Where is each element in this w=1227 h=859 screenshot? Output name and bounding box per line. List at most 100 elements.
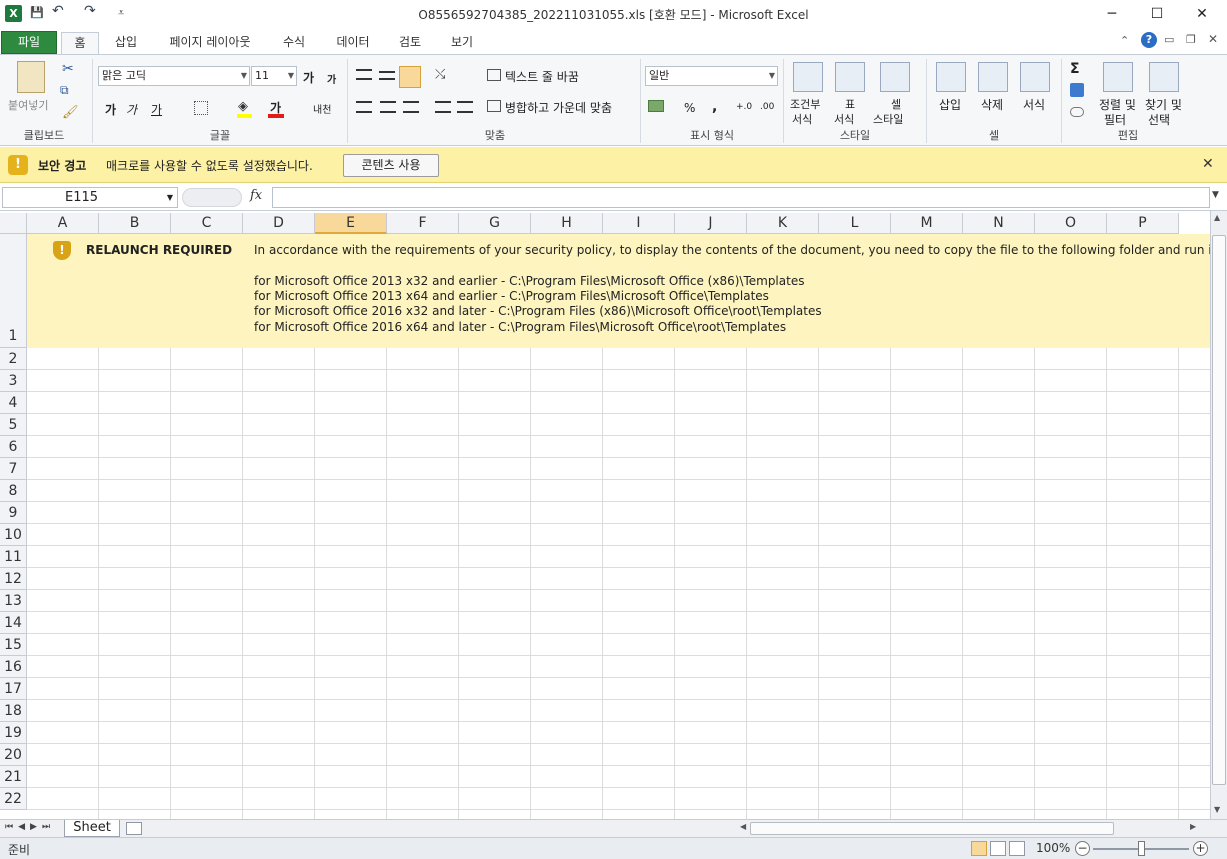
row-header[interactable]: 11 <box>0 546 27 568</box>
tab-formulas[interactable]: 수식 <box>273 32 315 55</box>
row-header[interactable]: 5 <box>0 414 27 436</box>
find-select-button[interactable]: 선택 <box>1148 111 1170 128</box>
delete-cells-icon[interactable] <box>978 62 1008 92</box>
wrap-text-button[interactable]: 텍스트 줄 바꿈 <box>505 68 579 85</box>
column-header[interactable]: M <box>891 213 963 234</box>
scroll-right-icon[interactable]: ▶ <box>1190 822 1196 831</box>
row-header[interactable]: 15 <box>0 634 27 656</box>
insert-function-icon[interactable]: fx <box>250 188 262 203</box>
autosum-button[interactable]: Σ <box>1070 61 1080 77</box>
clear-icon[interactable] <box>1070 107 1084 117</box>
asian-layout-button[interactable]: 내천 <box>313 101 331 116</box>
tab-file[interactable]: 파일 <box>1 31 57 54</box>
column-header[interactable]: A <box>27 213 99 234</box>
page-layout-view-icon[interactable] <box>990 841 1006 856</box>
italic-button[interactable]: 가 <box>126 101 137 118</box>
column-header[interactable]: K <box>747 213 819 234</box>
row-header[interactable]: 4 <box>0 392 27 414</box>
align-right-icon[interactable] <box>403 101 419 113</box>
tab-insert[interactable]: 삽입 <box>105 32 147 55</box>
row-header[interactable]: 7 <box>0 458 27 480</box>
close-button[interactable]: ✕ <box>1185 3 1219 25</box>
column-header[interactable]: O <box>1035 213 1107 234</box>
page-break-view-icon[interactable] <box>1009 841 1025 856</box>
format-as-table-button[interactable]: 서식 <box>834 111 854 127</box>
row-header[interactable]: 12 <box>0 568 27 590</box>
row-header[interactable]: 21 <box>0 766 27 788</box>
conditional-format-icon[interactable] <box>793 62 823 92</box>
bold-button[interactable]: 가 <box>105 101 116 118</box>
row-header[interactable]: 3 <box>0 370 27 392</box>
row-header[interactable]: 8 <box>0 480 27 502</box>
row-header[interactable]: 14 <box>0 612 27 634</box>
borders-icon[interactable] <box>194 101 208 115</box>
column-header[interactable]: N <box>963 213 1035 234</box>
cell-styles-icon[interactable] <box>880 62 910 92</box>
sort-filter-icon[interactable] <box>1103 62 1133 92</box>
row-header[interactable]: 6 <box>0 436 27 458</box>
name-box[interactable]: E115 ▼ <box>2 187 178 208</box>
align-middle-icon[interactable] <box>379 71 395 80</box>
new-sheet-icon[interactable] <box>126 822 142 835</box>
doc-restore-icon[interactable]: ❐ <box>1186 33 1196 46</box>
horizontal-scroll-thumb[interactable] <box>750 822 1114 835</box>
column-header[interactable]: G <box>459 213 531 234</box>
scroll-left-icon[interactable]: ◀ <box>740 822 746 831</box>
font-name-select[interactable]: 맑은 고딕 ▼ <box>98 66 250 86</box>
column-header[interactable]: H <box>531 213 603 234</box>
maximize-button[interactable]: ☐ <box>1140 3 1174 25</box>
align-bottom-icon[interactable] <box>399 66 421 88</box>
tab-view[interactable]: 보기 <box>441 32 483 55</box>
comma-button[interactable]: , <box>712 99 717 115</box>
find-select-icon[interactable] <box>1149 62 1179 92</box>
row-header[interactable]: 13 <box>0 590 27 612</box>
zoom-slider-knob[interactable] <box>1138 841 1145 856</box>
minimize-ribbon-icon[interactable]: ⌃ <box>1120 34 1129 47</box>
row-header[interactable]: 18 <box>0 700 27 722</box>
row-header[interactable]: 9 <box>0 502 27 524</box>
tab-review[interactable]: 검토 <box>389 32 431 55</box>
column-header[interactable]: J <box>675 213 747 234</box>
normal-view-icon[interactable] <box>971 841 987 856</box>
format-as-table-icon[interactable] <box>835 62 865 92</box>
scroll-down-icon[interactable]: ▼ <box>1214 805 1220 814</box>
scroll-up-icon[interactable]: ▲ <box>1214 213 1220 222</box>
column-header[interactable]: E <box>315 213 387 234</box>
close-warning-icon[interactable]: ✕ <box>1202 156 1214 172</box>
insert-cells-button[interactable]: 삽입 <box>939 96 961 113</box>
formula-input[interactable] <box>272 187 1210 208</box>
increase-indent-icon[interactable] <box>457 101 473 113</box>
percent-button[interactable]: % <box>684 101 695 115</box>
sheet-nav-icons[interactable]: ⏮◀▶⏭ <box>5 822 55 832</box>
row-header[interactable]: 2 <box>0 348 27 370</box>
tab-page-layout[interactable]: 페이지 레이아웃 <box>157 32 263 55</box>
copy-icon[interactable]: ⧉ <box>60 83 69 98</box>
row-header[interactable]: 10 <box>0 524 27 546</box>
format-painter-icon[interactable]: 🖌 <box>62 105 79 120</box>
insert-cells-icon[interactable] <box>936 62 966 92</box>
align-center-icon[interactable] <box>380 101 396 113</box>
cut-icon[interactable]: ✂ <box>62 61 74 77</box>
enable-content-button[interactable]: 콘텐츠 사용 <box>343 154 439 177</box>
row-header[interactable]: 19 <box>0 722 27 744</box>
doc-minimize-icon[interactable]: ▭ <box>1164 33 1174 46</box>
fill-color-icon[interactable]: ◈ <box>238 99 248 114</box>
zoom-level[interactable]: 100% <box>1036 841 1070 855</box>
grow-font-button[interactable]: 가 <box>303 69 314 86</box>
merge-center-button[interactable]: 병합하고 가운데 맞춤 <box>505 99 612 116</box>
decrease-decimal-button[interactable]: .00 <box>760 102 774 112</box>
column-header[interactable]: B <box>99 213 171 234</box>
sheet-tab[interactable]: Sheet <box>64 820 120 837</box>
doc-close-icon[interactable]: ✕ <box>1208 32 1218 46</box>
delete-cells-button[interactable]: 삭제 <box>981 96 1003 113</box>
select-all-corner[interactable] <box>0 213 27 234</box>
conditional-format-button[interactable]: 서식 <box>792 111 812 127</box>
row-header[interactable]: 20 <box>0 744 27 766</box>
orientation-icon[interactable]: ⤯ <box>435 67 445 82</box>
align-top-icon[interactable] <box>356 69 372 80</box>
row-header[interactable]: 1 <box>0 234 27 348</box>
format-cells-icon[interactable] <box>1020 62 1050 92</box>
column-header[interactable]: D <box>243 213 315 234</box>
underline-button[interactable]: 가 <box>151 101 162 118</box>
row-header[interactable]: 17 <box>0 678 27 700</box>
